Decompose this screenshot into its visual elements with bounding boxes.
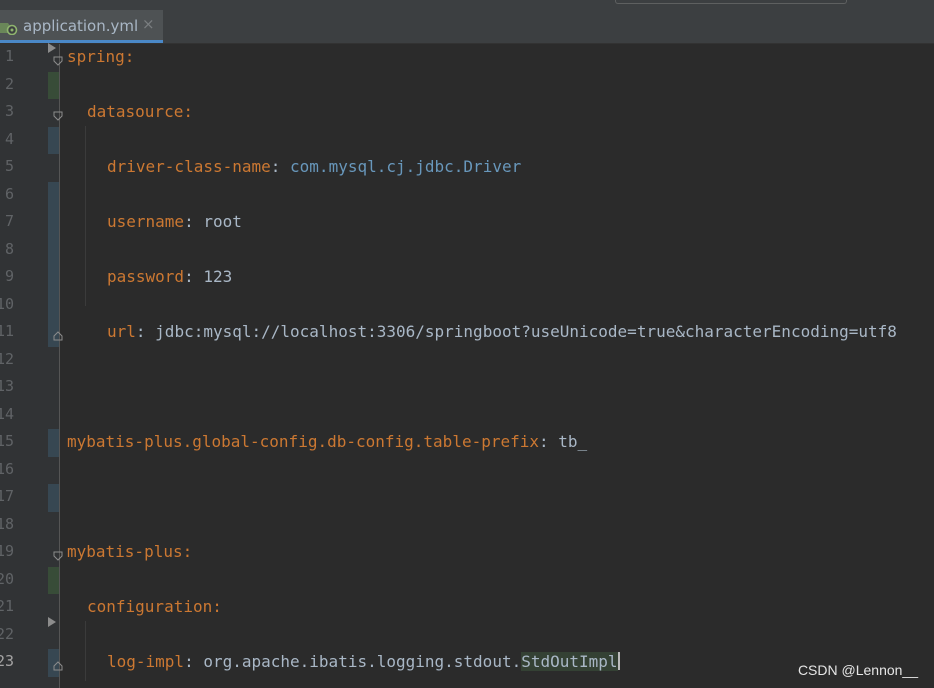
fold-collapse-icon[interactable] (53, 106, 63, 121)
line-number: 13 (0, 377, 14, 395)
code-text: url: jdbc:mysql://localhost:3306/springb… (107, 322, 897, 341)
modified-line-marker[interactable] (48, 126, 59, 154)
line-number: 23 (0, 652, 14, 670)
code-line: 19 mybatis-plus: (0, 539, 934, 567)
code-line: 11 url: jdbc:mysql://localhost:3306/spri… (0, 319, 934, 347)
line-number: 3 (4, 102, 14, 120)
line-number: 21 (0, 597, 14, 615)
code-line: 6 (0, 181, 934, 209)
added-line-marker[interactable] (48, 71, 59, 99)
code-text: password: 123 (107, 267, 233, 286)
code-text: mybatis-plus.global-config.db-config.tab… (67, 432, 588, 451)
code-line: 17 (0, 484, 934, 512)
line-number: 22 (0, 624, 14, 643)
line-number: 1 (4, 47, 14, 65)
modified-line-marker[interactable] (48, 484, 59, 512)
line-number: 9 (4, 267, 14, 285)
code-line: 1 spring: (0, 44, 934, 72)
code-text: username: root (107, 212, 242, 231)
highlighted-identifier: StdOutImpl (521, 652, 618, 671)
line-number: 18 (0, 514, 14, 533)
line-number: 11 (0, 322, 14, 340)
tab-application-yml[interactable]: application.yml × (0, 10, 163, 43)
code-line: 18 (0, 512, 934, 540)
code-text: configuration: (87, 597, 222, 616)
code-line: 10 (0, 291, 934, 319)
code-text: spring: (67, 47, 135, 66)
text-caret (617, 652, 620, 670)
line-number: 5 (4, 157, 14, 175)
line-number: 4 (4, 129, 14, 148)
modified-line-marker[interactable] (48, 236, 59, 264)
code-line: 5 driver-class-name: com.mysql.cj.jdbc.D… (0, 154, 934, 182)
line-number: 20 (0, 569, 14, 588)
line-number: 7 (4, 212, 14, 230)
breakpoint-arrow-icon (48, 617, 56, 627)
code-line: 20 (0, 566, 934, 594)
added-line-marker[interactable] (48, 566, 59, 594)
line-number: 6 (4, 184, 14, 203)
modified-line-marker[interactable] (48, 181, 59, 209)
modified-line-marker[interactable] (48, 264, 59, 292)
line-number: 16 (0, 459, 14, 478)
code-text: mybatis-plus: (67, 542, 193, 561)
line-number: 8 (4, 239, 14, 258)
line-number: 19 (0, 542, 14, 560)
code-line: 4 (0, 126, 934, 154)
code-text: log-impl: org.apache.ibatis.logging.stdo… (107, 652, 620, 671)
code-text: datasource: (87, 102, 193, 121)
line-number: 15 (0, 432, 14, 450)
modified-line-marker[interactable] (48, 209, 59, 237)
editor-tab-strip: application.yml × (0, 10, 934, 44)
code-line: 3 datasource: (0, 99, 934, 127)
line-number: 14 (0, 404, 14, 423)
code-editor[interactable]: 1 spring: 2 3 datasource: 4 5 driver-cla… (0, 43, 934, 688)
close-icon[interactable]: × (142, 15, 155, 33)
yaml-spring-file-icon (0, 19, 20, 36)
fold-collapse-icon[interactable] (53, 546, 63, 561)
code-line: 7 username: root (0, 209, 934, 237)
toolbar-stub (615, 0, 847, 4)
code-line-current: 23 log-impl: org.apache.ibatis.logging.s… (0, 649, 934, 677)
modified-line-marker[interactable] (48, 429, 59, 457)
line-number: 12 (0, 349, 14, 368)
line-number: 2 (4, 74, 14, 93)
fold-end-icon[interactable] (53, 326, 63, 341)
line-number: 17 (0, 487, 14, 505)
code-text: driver-class-name: com.mysql.cj.jdbc.Dri… (107, 157, 522, 176)
code-line: 9 password: 123 (0, 264, 934, 292)
code-line: 12 (0, 347, 934, 375)
code-line: 22 (0, 622, 934, 650)
code-line: 2 (0, 71, 934, 99)
code-line: 16 (0, 457, 934, 485)
code-line: 13 (0, 374, 934, 402)
modified-line-marker[interactable] (48, 291, 59, 319)
code-line: 8 (0, 236, 934, 264)
code-line: 14 (0, 402, 934, 430)
line-number: 10 (0, 294, 14, 313)
breakpoint-arrow-icon (48, 43, 56, 53)
code-line: 15 mybatis-plus.global-config.db-config.… (0, 429, 934, 457)
watermark: CSDN @Lennon__ (797, 662, 918, 678)
code-line: 21 configuration: (0, 594, 934, 622)
tab-label: application.yml (23, 17, 139, 35)
fold-end-icon[interactable] (53, 656, 63, 671)
